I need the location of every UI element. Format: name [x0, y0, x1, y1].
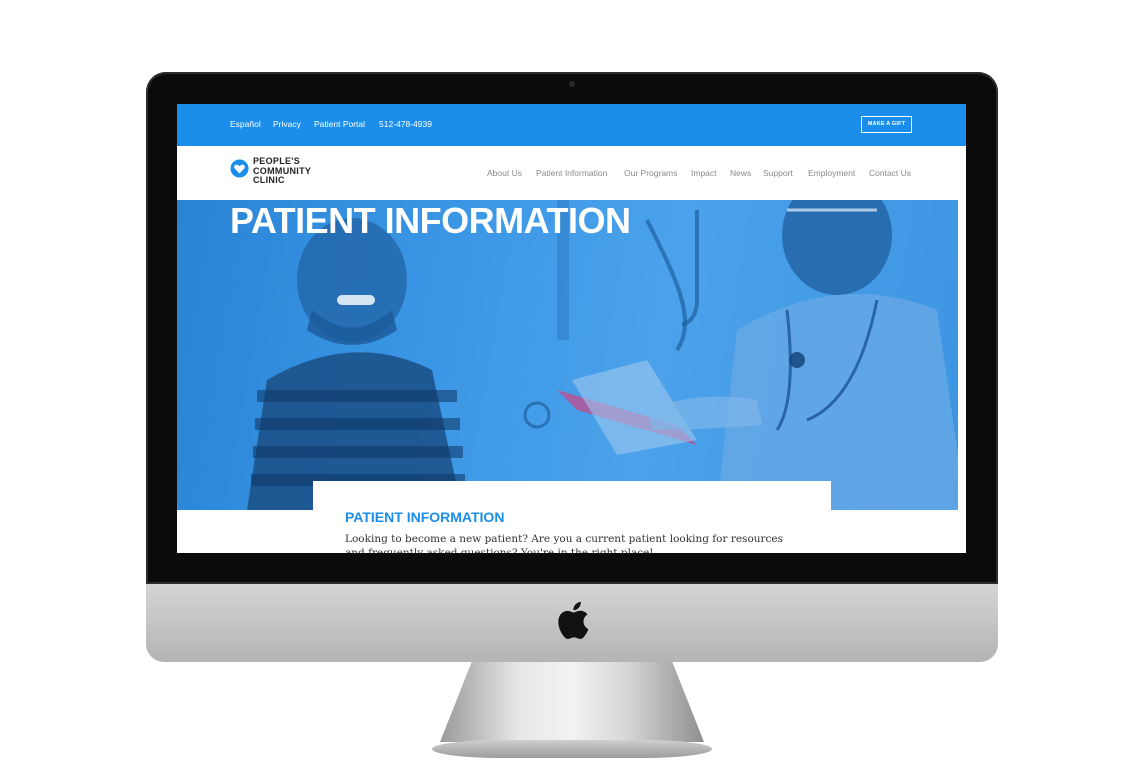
nav-impact[interactable]: Impact [691, 168, 717, 178]
hero-edge [958, 200, 966, 510]
hero-image [177, 200, 966, 510]
content-intro-text: Looking to become a new patient? Are you… [345, 533, 784, 553]
monitor-stand-base [432, 740, 712, 758]
nav-about-us[interactable]: About Us [487, 168, 522, 178]
website-screen: Español Privacy Patient Portal 512-478-4… [177, 104, 966, 553]
heart-icon[interactable] [230, 159, 249, 178]
utility-bar: Español Privacy Patient Portal 512-478-4… [177, 104, 966, 146]
hero-photo-illustration [247, 200, 966, 510]
nav-contact-us[interactable]: Contact Us [869, 168, 911, 178]
privacy-link[interactable]: Privacy [273, 119, 301, 129]
site-logo[interactable]: PEOPLE'S COMMUNITY CLINIC [253, 156, 311, 186]
patient-portal-link[interactable]: Patient Portal [314, 119, 365, 129]
hero-title: PATIENT INFORMATION [230, 200, 631, 241]
nav-our-programs[interactable]: Our Programs [624, 168, 677, 178]
phone-link[interactable]: 512-478-4939 [379, 119, 432, 129]
nav-news[interactable]: News [730, 168, 751, 178]
content-heading: PATIENT INFORMATION [345, 509, 505, 525]
nav-patient-information[interactable]: Patient Information [536, 168, 607, 178]
language-link[interactable]: Español [230, 119, 261, 129]
logo-line-3: CLINIC [253, 175, 285, 185]
camera-dot [569, 81, 575, 87]
make-a-gift-button[interactable]: MAKE A GIFT [861, 116, 912, 133]
monitor-stand [440, 662, 704, 742]
apple-logo-icon [558, 601, 589, 639]
nav-support[interactable]: Support [763, 168, 793, 178]
nav-employment[interactable]: Employment [808, 168, 855, 178]
main-navbar: PEOPLE'S COMMUNITY CLINIC About Us Patie… [177, 146, 966, 200]
